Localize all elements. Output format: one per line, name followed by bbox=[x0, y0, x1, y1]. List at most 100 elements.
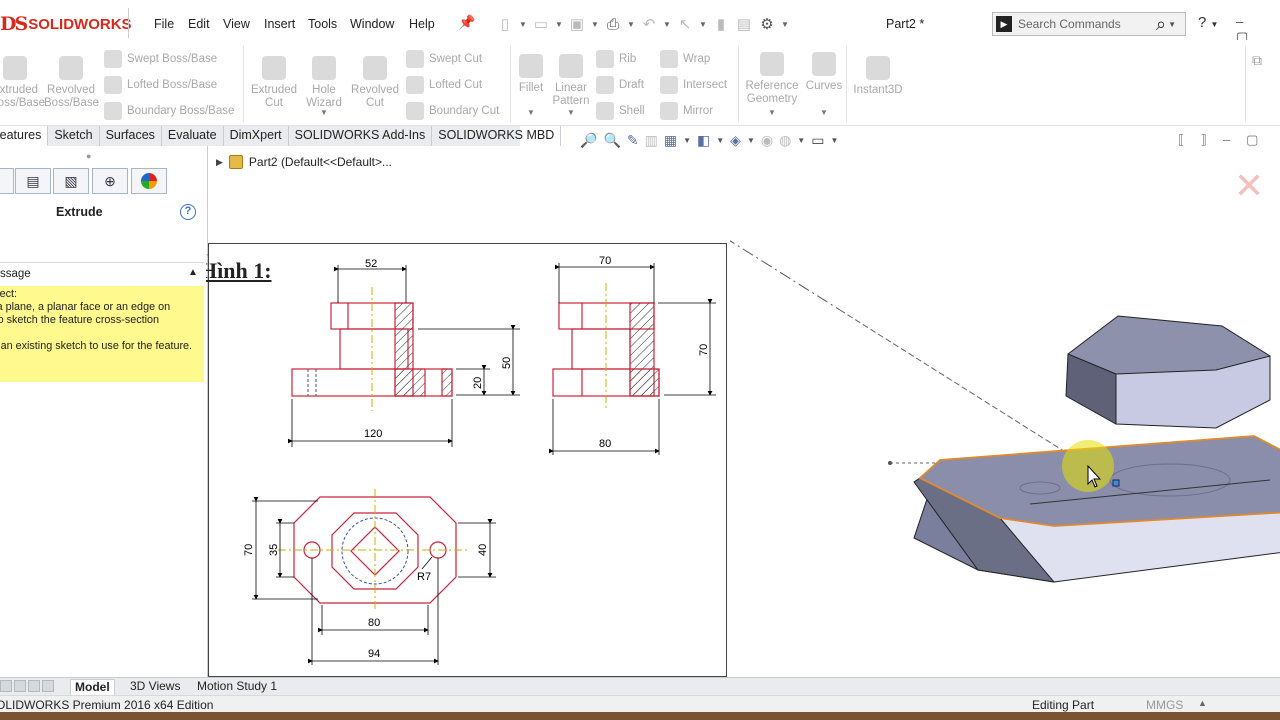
3d-model-view[interactable] bbox=[730, 120, 1280, 680]
zoom-area-icon[interactable]: 🔍 bbox=[603, 132, 620, 149]
section-view-icon[interactable]: ▥ bbox=[645, 132, 658, 149]
menu-view[interactable]: View bbox=[223, 17, 250, 31]
configuration-manager-tab[interactable]: ▧ bbox=[53, 168, 89, 194]
chevron-down-icon[interactable]: ▼ bbox=[716, 136, 724, 145]
tools-icon[interactable]: ⧉ bbox=[1252, 52, 1262, 69]
dynamic-annotation-icon[interactable]: ▦ bbox=[664, 132, 677, 149]
tab-motion-study[interactable]: Motion Study 1 bbox=[193, 679, 281, 695]
tab-features[interactable]: Features bbox=[0, 126, 49, 146]
message-box: Select: 1) a plane, a planar face or an … bbox=[0, 286, 204, 382]
property-manager-tab[interactable]: ▤ bbox=[15, 168, 51, 194]
chevron-down-icon[interactable]: ▼ bbox=[780, 20, 790, 29]
search-commands[interactable]: ▶ Search Commands ⌕ ▼ bbox=[992, 12, 1186, 36]
tab-3d-views[interactable]: 3D Views bbox=[126, 679, 184, 695]
previous-view-icon[interactable]: ✎ bbox=[627, 132, 639, 149]
search-icon[interactable]: ⌕ bbox=[1156, 14, 1166, 35]
chevron-down-icon[interactable]: ▼ bbox=[820, 108, 828, 117]
undo-icon[interactable]: ↶ bbox=[639, 15, 659, 33]
help-icon[interactable]: ? ▼ bbox=[1198, 14, 1218, 31]
select-arrow-icon[interactable]: ↖ bbox=[675, 15, 695, 33]
swept-cut-button[interactable]: Swept Cut bbox=[406, 50, 482, 68]
boundary-boss-label: Boundary Boss/Base bbox=[127, 105, 235, 117]
help-icon[interactable]: ? bbox=[180, 204, 196, 220]
revolved-cut-button[interactable]: Revolved Cut bbox=[350, 56, 400, 110]
dim-70-top: 70 bbox=[599, 255, 611, 267]
boundary-boss-button[interactable]: Boundary Boss/Base bbox=[104, 102, 234, 120]
menu-edit[interactable]: Edit bbox=[188, 17, 210, 31]
chevron-down-icon[interactable]: ▼ bbox=[567, 108, 575, 117]
technical-drawing: 52 120 50 20 70 80 70 70 35 40 R7 80 94 bbox=[243, 255, 716, 665]
chevron-down-icon[interactable]: ▼ bbox=[626, 20, 636, 29]
tab-model[interactable]: Model bbox=[70, 679, 115, 695]
linear-pattern-button[interactable]: Linear Pattern bbox=[550, 54, 592, 108]
chevron-down-icon[interactable]: ▼ bbox=[768, 108, 776, 117]
tab-evaluate[interactable]: Evaluate bbox=[162, 126, 224, 146]
construction-line bbox=[839, 309, 1071, 456]
status-units[interactable]: MMGS bbox=[1146, 698, 1183, 712]
lofted-boss-button[interactable]: Lofted Boss/Base bbox=[104, 76, 217, 94]
file-properties-icon[interactable]: ▤ bbox=[734, 15, 754, 33]
boundary-cut-button[interactable]: Boundary Cut bbox=[406, 102, 499, 120]
chevron-down-icon[interactable]: ▼ bbox=[518, 20, 528, 29]
menu-window[interactable]: Window bbox=[350, 17, 394, 31]
hole-wizard-button[interactable]: Hole Wizard bbox=[302, 56, 346, 110]
tab-surfaces[interactable]: Surfaces bbox=[100, 126, 162, 146]
chevron-down-icon[interactable]: ▼ bbox=[662, 20, 672, 29]
revolved-cut-icon bbox=[363, 56, 387, 80]
pin-icon[interactable]: 📌 bbox=[458, 14, 475, 31]
curves-button[interactable]: Curves bbox=[804, 52, 844, 93]
instant3d-button[interactable]: Instant3D bbox=[852, 56, 904, 97]
lofted-cut-button[interactable]: Lofted Cut bbox=[406, 76, 482, 94]
tab-scroll-buttons[interactable] bbox=[0, 680, 62, 694]
menu-file[interactable]: File bbox=[154, 17, 174, 31]
chevron-up-icon[interactable]: ▲ bbox=[1198, 698, 1207, 708]
menu-help[interactable]: Help bbox=[409, 17, 435, 31]
chevron-down-icon[interactable]: ▼ bbox=[554, 20, 564, 29]
rebuild-icon[interactable]: ▮ bbox=[711, 15, 731, 33]
shell-button[interactable]: Shell bbox=[596, 102, 645, 120]
menu-tools[interactable]: Tools bbox=[308, 17, 337, 31]
new-document-icon[interactable]: ▯ bbox=[495, 15, 515, 33]
revolved-boss-button[interactable]: Revolved Boss/Base bbox=[44, 56, 99, 110]
message-header[interactable]: Message ▲ bbox=[0, 262, 204, 284]
chevron-down-icon[interactable]: ▼ bbox=[1168, 20, 1176, 29]
rib-button[interactable]: Rib bbox=[596, 50, 636, 68]
menu-insert[interactable]: Insert bbox=[264, 17, 295, 31]
expand-arrow-icon[interactable]: ▶ bbox=[216, 157, 223, 168]
wrap-button[interactable]: Wrap bbox=[660, 50, 710, 68]
display-manager-tab[interactable] bbox=[131, 168, 167, 194]
intersect-button[interactable]: Intersect bbox=[660, 76, 727, 94]
chevron-down-icon[interactable]: ▼ bbox=[698, 20, 708, 29]
chevron-down-icon[interactable]: ▼ bbox=[527, 108, 535, 117]
chevron-down-icon[interactable]: ▼ bbox=[590, 20, 600, 29]
search-input[interactable]: Search Commands bbox=[1018, 17, 1156, 31]
print-icon[interactable]: ⎙ bbox=[603, 16, 623, 33]
dimxpert-manager-tab[interactable]: ⊕ bbox=[92, 168, 128, 194]
save-icon[interactable]: ▣ bbox=[567, 15, 587, 33]
zoom-to-fit-icon[interactable]: 🔎 bbox=[580, 132, 597, 149]
extruded-boss-button[interactable]: Extruded Boss/Base bbox=[0, 56, 45, 110]
chevron-down-icon[interactable]: ▼ bbox=[320, 108, 328, 117]
mirror-button[interactable]: Mirror bbox=[660, 102, 713, 120]
ds-logo-mark: DS bbox=[0, 13, 28, 35]
open-folder-icon[interactable]: ▭ bbox=[531, 15, 551, 33]
swept-boss-button[interactable]: Swept Boss/Base bbox=[104, 50, 217, 68]
tab-dimxpert[interactable]: DimXpert bbox=[224, 126, 289, 146]
feature-manager-tab[interactable] bbox=[0, 168, 14, 194]
document-title: Part2 * bbox=[886, 17, 925, 31]
reference-geometry-button[interactable]: Reference Geometry bbox=[744, 52, 800, 106]
solidworks-logo[interactable]: DS SOLIDWORKS bbox=[0, 10, 132, 38]
panel-grip[interactable]: ● bbox=[86, 151, 91, 161]
tab-mbd[interactable]: SOLIDWORKS MBD bbox=[432, 126, 562, 146]
fillet-button[interactable]: Fillet bbox=[514, 54, 548, 95]
chevron-down-icon[interactable]: ▼ bbox=[683, 136, 691, 145]
extruded-cut-button[interactable]: Extruded Cut bbox=[248, 56, 300, 110]
view-orientation-icon[interactable]: ◧ bbox=[697, 132, 710, 149]
draft-button[interactable]: Draft bbox=[596, 76, 644, 94]
tab-sketch[interactable]: Sketch bbox=[48, 126, 100, 146]
tab-addins[interactable]: SOLIDWORKS Add-Ins bbox=[289, 126, 433, 146]
feature-tree-flyout[interactable]: ▶ Part2 (Default<<Default>... bbox=[216, 155, 392, 169]
gear-icon[interactable]: ⚙ bbox=[757, 15, 777, 33]
extruded-cut-label: Extruded Cut bbox=[250, 84, 298, 109]
collapse-icon[interactable]: ▲ bbox=[188, 267, 198, 278]
